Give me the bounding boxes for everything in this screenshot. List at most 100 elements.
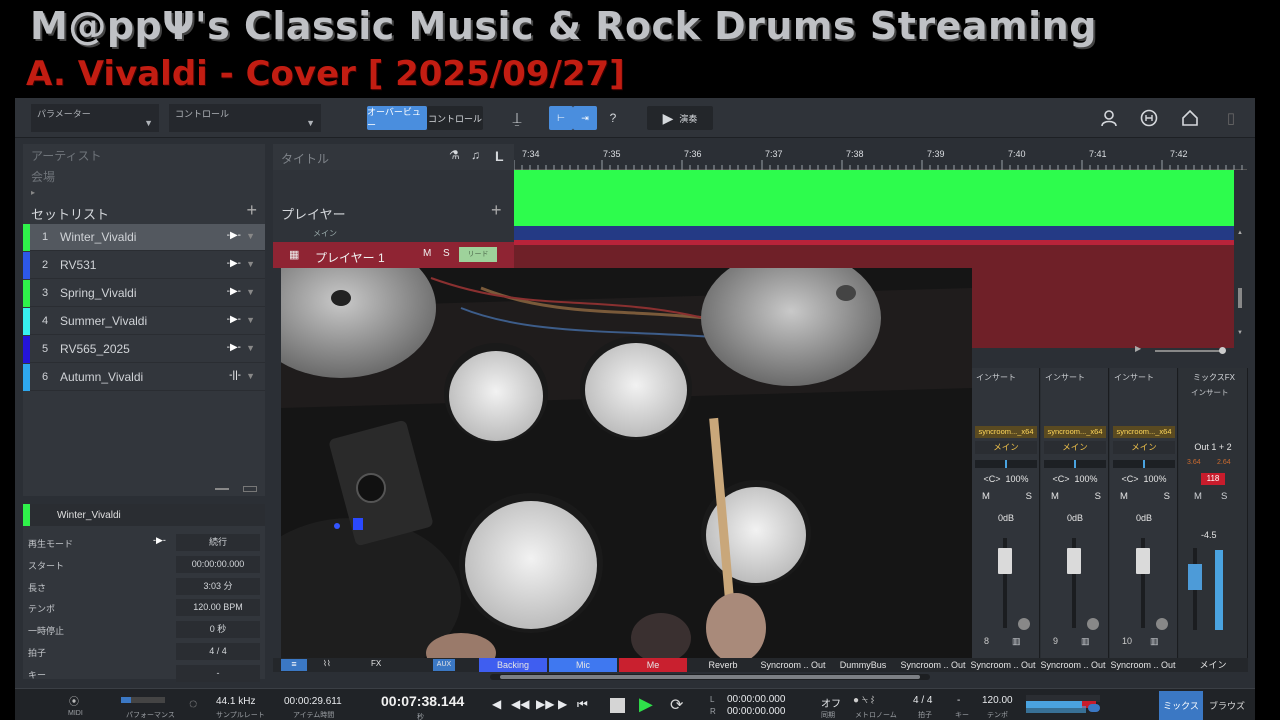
- bus-label[interactable]: DummyBus: [829, 658, 897, 672]
- plugin-slot[interactable]: syncroom..._x64: [1044, 426, 1106, 438]
- stop-button[interactable]: [610, 698, 625, 713]
- chevron-down-icon[interactable]: ▼: [246, 287, 255, 297]
- mute-button[interactable]: M: [1051, 491, 1059, 502]
- scroll-down-icon[interactable]: ▼: [1237, 330, 1243, 336]
- previous-marker-icon[interactable]: ◀: [492, 697, 501, 711]
- fx-button[interactable]: FX: [371, 659, 381, 668]
- detail-value[interactable]: 0 秒: [176, 621, 260, 639]
- lock-icon[interactable]: [1018, 618, 1030, 630]
- detail-value[interactable]: 120.00 BPM: [176, 599, 260, 617]
- setlist-item[interactable]: 5 RV565_2025 -▶- ▼: [23, 336, 265, 363]
- mix-fx-label[interactable]: ミックスFX: [1193, 372, 1235, 383]
- insert-label[interactable]: インサート: [1045, 372, 1085, 383]
- collapse-icon[interactable]: [243, 486, 257, 492]
- bus-label[interactable]: Syncroom .. Out: [969, 658, 1037, 672]
- resize-handle-icon[interactable]: [215, 488, 229, 490]
- control-dropdown[interactable]: コントロール ▼: [169, 104, 321, 132]
- return-to-zero-icon[interactable]: ⏮: [577, 697, 588, 712]
- loop-icon[interactable]: ⟳: [670, 695, 683, 715]
- lock-icon[interactable]: [1087, 618, 1099, 630]
- eq-icon[interactable]: ⌇⌇: [323, 659, 331, 668]
- add-song-button[interactable]: +: [246, 200, 257, 221]
- pan-slider[interactable]: [975, 460, 1037, 468]
- play-button[interactable]: ▶: [639, 694, 653, 715]
- chevron-down-icon[interactable]: ▼: [246, 343, 255, 353]
- setlist-item[interactable]: 3 Spring_Vivaldi -▶- ▼: [23, 280, 265, 307]
- lead-button[interactable]: リード: [459, 247, 497, 262]
- browse-view-button[interactable]: ブラウズ: [1205, 691, 1249, 720]
- signature-value[interactable]: 4 / 4: [913, 695, 932, 706]
- bus-label[interactable]: メイン: [1179, 658, 1247, 672]
- bus-label[interactable]: Me: [619, 658, 687, 672]
- chevron-down-icon[interactable]: ▼: [246, 231, 255, 241]
- mixer-scroll-thumb[interactable]: [500, 675, 920, 679]
- mute-button[interactable]: M: [982, 491, 990, 502]
- perform-button[interactable]: ▶ 演奏: [647, 106, 713, 130]
- play-mode-icon[interactable]: -▶-: [227, 230, 241, 241]
- sync-icon[interactable]: [1137, 106, 1161, 130]
- scroll-up-icon[interactable]: ▲: [1237, 230, 1243, 236]
- parameter-dropdown[interactable]: パラメーター ▼: [31, 104, 159, 132]
- route-selector[interactable]: メイン: [1044, 441, 1106, 454]
- arrow-right-icon[interactable]: ⇥: [573, 106, 597, 130]
- setlist-item[interactable]: 1 Winter_Vivaldi -▶- ▼: [23, 224, 265, 251]
- tool-icon[interactable]: ⚗: [449, 148, 460, 162]
- tuning-fork-icon[interactable]: ⍊: [505, 106, 529, 130]
- bus-label[interactable]: Syncroom .. Out: [1109, 658, 1177, 672]
- route-selector[interactable]: メイン: [975, 441, 1037, 454]
- plugin-slot[interactable]: syncroom..._x64: [1113, 426, 1175, 438]
- setlist-item[interactable]: 4 Summer_Vivaldi -▶- ▼: [23, 308, 265, 335]
- solo-button[interactable]: S: [1026, 491, 1032, 502]
- plugin-slot[interactable]: syncroom..._x64: [975, 426, 1037, 438]
- bus-label[interactable]: Mic: [549, 658, 617, 672]
- control-tab-button[interactable]: コントロール: [427, 106, 483, 130]
- metronome-icon[interactable]: ● ⍀ ⌇: [853, 695, 874, 706]
- insert-label[interactable]: インサート: [976, 372, 1016, 383]
- setlist-item[interactable]: 6 Autumn_Vivaldi -||- ▼: [23, 364, 265, 391]
- bus-label[interactable]: Backing: [479, 658, 547, 672]
- song-region-winter[interactable]: [514, 170, 1234, 226]
- tempo-value[interactable]: 120.00: [982, 695, 1013, 706]
- detail-value[interactable]: 00:00:00.000: [176, 555, 260, 573]
- main-insert-label[interactable]: インサート: [1191, 387, 1229, 398]
- play-mode-icon[interactable]: -▶-: [227, 286, 241, 297]
- key-value[interactable]: -: [957, 695, 960, 706]
- lock-icon[interactable]: [1156, 618, 1168, 630]
- chevron-down-icon[interactable]: ▼: [246, 259, 255, 269]
- main-mute-button[interactable]: M: [1194, 491, 1202, 502]
- setlist-item[interactable]: 2 RV531 -▶- ▼: [23, 252, 265, 279]
- rewind-icon[interactable]: ◀◀: [511, 697, 529, 711]
- player1-track[interactable]: ▦ プレイヤー 1 M S リード: [273, 242, 514, 268]
- main-fader-cap[interactable]: [1188, 564, 1202, 590]
- clip-indicator[interactable]: 118: [1201, 473, 1225, 485]
- track-region-blue[interactable]: [514, 226, 1234, 240]
- arrow-left-icon[interactable]: ⊢: [549, 106, 573, 130]
- main-solo-button[interactable]: S: [1221, 491, 1227, 502]
- detail-value[interactable]: 続行: [176, 534, 260, 551]
- fast-forward-icon[interactable]: ▶▶: [536, 697, 554, 711]
- bus-label[interactable]: Syncroom .. Out: [1039, 658, 1107, 672]
- pan-slider[interactable]: [1044, 460, 1106, 468]
- timeline-ruler[interactable]: 7:34 7:35 7:36 7:37 7:38 7:39 7:40 7:41 7:42: [514, 144, 1247, 170]
- midi-icon[interactable]: ⦿: [69, 693, 79, 708]
- vertical-scrollbar[interactable]: ▲ ▼: [1237, 230, 1243, 340]
- window-icon[interactable]: ▯: [1219, 106, 1243, 130]
- detail-value[interactable]: -: [176, 664, 260, 682]
- chevron-down-icon[interactable]: ▼: [246, 315, 255, 325]
- fader-cap[interactable]: [1136, 548, 1150, 574]
- play-mode-icon[interactable]: -▶-: [227, 342, 241, 353]
- user-icon[interactable]: [1097, 106, 1121, 130]
- fader-cap[interactable]: [1067, 548, 1081, 574]
- mute-button[interactable]: M: [423, 248, 431, 259]
- play-mode-icon[interactable]: -▶-: [227, 314, 241, 325]
- zoom-slider-knob[interactable]: [1219, 347, 1226, 354]
- chevron-down-icon[interactable]: ▼: [246, 371, 255, 381]
- solo-button[interactable]: S: [1164, 491, 1170, 502]
- mix-view-button[interactable]: ミックス: [1159, 691, 1203, 720]
- zoom-slider-track[interactable]: [1155, 350, 1225, 352]
- aux-button[interactable]: AUX: [433, 659, 455, 671]
- loop-tool-icon[interactable]: L: [495, 148, 504, 164]
- mixer-scroll-track[interactable]: [490, 674, 930, 680]
- pan-slider[interactable]: [1113, 460, 1175, 468]
- r-time-value[interactable]: 00:00:00.000: [727, 706, 785, 717]
